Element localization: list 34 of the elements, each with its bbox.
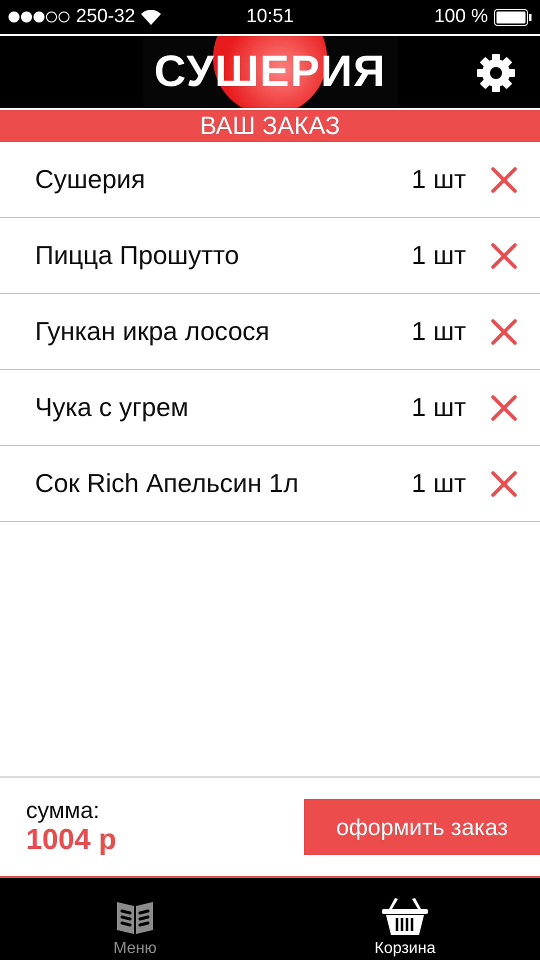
section-title: ВАШ ЗАКАЗ <box>0 110 540 142</box>
wifi-icon <box>141 10 162 24</box>
remove-button[interactable] <box>490 394 518 422</box>
item-quantity: 1 шт <box>412 164 466 195</box>
item-name: Сушерия <box>35 164 146 195</box>
remove-button[interactable] <box>490 242 518 270</box>
battery-icon <box>494 8 532 26</box>
remove-button[interactable] <box>490 318 518 346</box>
total-label: сумма: <box>26 797 101 824</box>
item-name: Гункан икра лосося <box>35 316 270 347</box>
settings-icon[interactable] <box>476 53 516 93</box>
basket-icon <box>381 896 429 936</box>
clock-text: 10:51 <box>246 6 294 28</box>
total-value: 1004 р <box>26 824 116 857</box>
checkout-button[interactable]: оформить заказ <box>304 799 540 855</box>
remove-button[interactable] <box>490 166 518 194</box>
tab[interactable]: Корзина <box>270 878 540 960</box>
item-quantity: 1 шт <box>412 240 466 271</box>
close-icon <box>490 242 518 270</box>
signal-icon <box>8 11 70 23</box>
item-name: Чука с угрем <box>35 392 190 423</box>
close-icon <box>490 166 518 194</box>
item-name: Пицца Прошутто <box>35 240 240 271</box>
item-quantity: 1 шт <box>412 316 466 347</box>
remove-button[interactable] <box>490 470 518 498</box>
tab[interactable]: Меню <box>0 878 270 960</box>
close-icon <box>490 470 518 498</box>
carrier-text: 250-32 <box>76 6 136 28</box>
close-icon <box>490 318 518 346</box>
close-icon <box>490 394 518 422</box>
item-name: Сок Rich Апельсин 1л <box>35 468 300 499</box>
battery-text: 100 % <box>434 6 488 28</box>
item-quantity: 1 шт <box>412 468 466 499</box>
item-quantity: 1 шт <box>412 392 466 423</box>
